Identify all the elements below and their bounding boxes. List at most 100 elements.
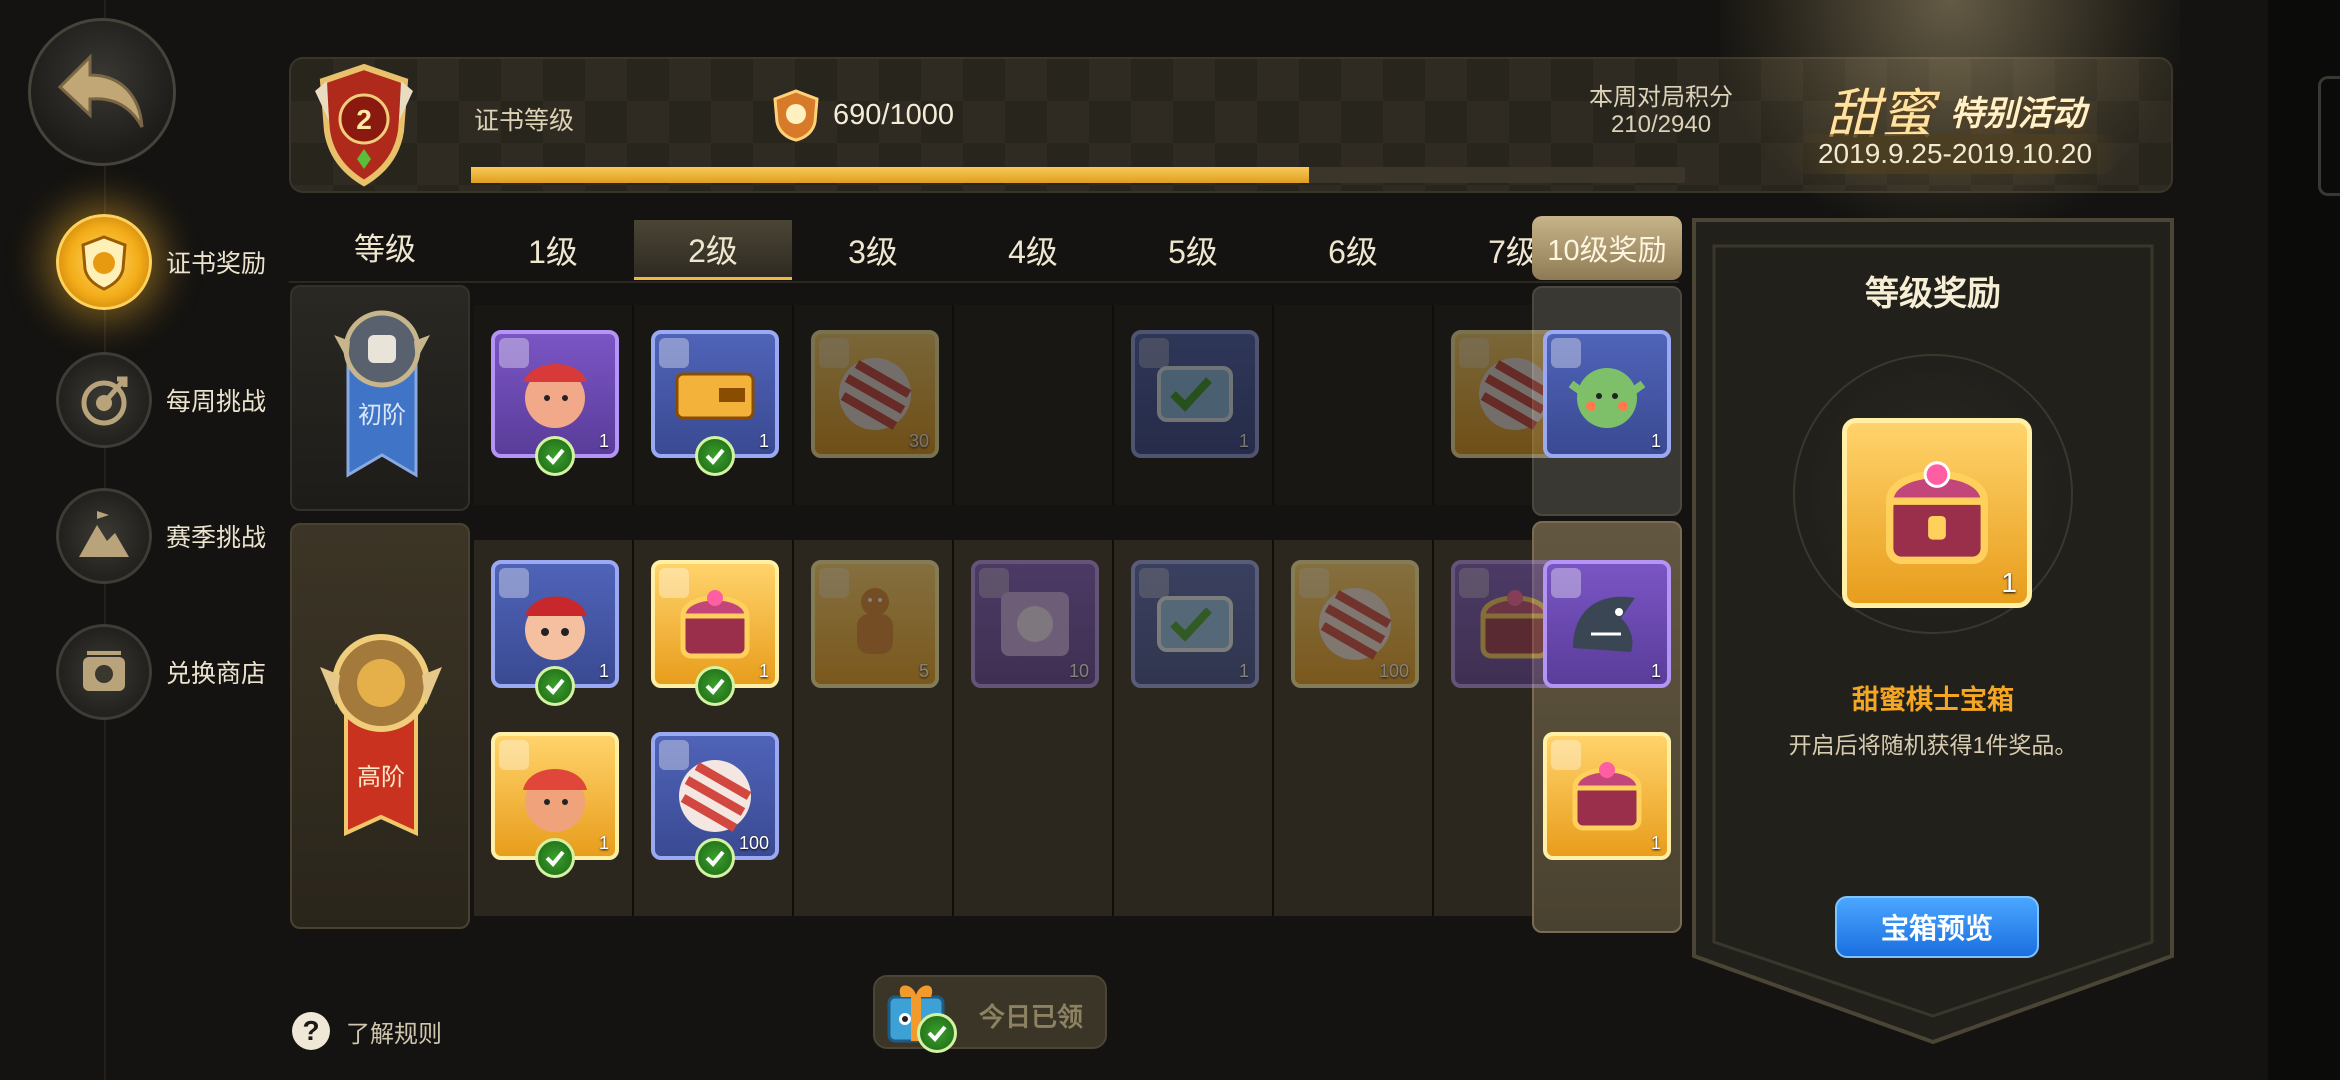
rules-label: 了解规则 — [346, 1020, 442, 1048]
advanced-reward-item[interactable]: 100 — [651, 732, 779, 878]
advanced-reward-item[interactable]: 5 — [811, 560, 939, 688]
edge-hex-decoration — [2318, 76, 2340, 196]
column-separator — [1432, 305, 1434, 505]
item-qty: 1 — [758, 661, 769, 681]
daily-claim-label: 今日已领 — [979, 1002, 1084, 1032]
item-qty: 100 — [738, 833, 769, 853]
reward-detail-panel: 等级奖励 1 甜蜜棋士宝箱 开启后将随机获得1件奖品。 宝箱预览 — [1690, 216, 2176, 1046]
level-header-5[interactable]: 5级 — [1114, 220, 1272, 280]
nav-label: 兑换商店 — [166, 660, 267, 688]
back-arrow-icon — [57, 53, 144, 128]
back-button[interactable] — [28, 18, 176, 166]
item-qty: 30 — [908, 431, 929, 451]
detail-item-name: 甜蜜棋士宝箱 — [1852, 685, 2014, 715]
column-separator — [1272, 305, 1274, 505]
level-10-reward-tab[interactable]: 10级奖励 — [1532, 216, 1682, 280]
level-progress-fill — [471, 167, 1309, 183]
left-navigation: 证书奖励 每周挑战 赛季挑战 兑换商店 — [0, 0, 290, 1080]
basic-reward-item[interactable]: 30 — [811, 330, 939, 458]
treasure-chest-icon — [680, 590, 750, 659]
treasure-chest-icon — [1885, 461, 1989, 564]
level-progress-bar — [471, 167, 1685, 183]
level-header-3[interactable]: 3级 — [794, 220, 952, 280]
item-qty: 1 — [1650, 833, 1661, 853]
basic-reward-item[interactable]: 1 — [1543, 330, 1671, 458]
advanced-reward-item[interactable]: 1 — [491, 560, 619, 706]
claimed-check-icon — [695, 838, 735, 878]
nav-label: 证书奖励 — [166, 250, 267, 278]
item-qty: 100 — [1378, 661, 1409, 681]
item-qty: 5 — [918, 661, 929, 681]
warrior-girl-avatar-icon — [523, 769, 587, 832]
event-banner: 甜蜜 特别活动 2019.9.25-2019.10.20 — [1790, 70, 2120, 180]
score-medal-icon — [773, 89, 819, 142]
item-qty: 10 — [1068, 661, 1089, 681]
level-header-2[interactable]: 2级 — [634, 220, 792, 280]
advanced-reward-item[interactable]: 10 — [971, 560, 1099, 688]
nav-weekly-challenge[interactable]: 每周挑战 — [56, 350, 292, 450]
chest-preview-button[interactable]: 宝箱预览 — [1835, 896, 2039, 958]
item-qty: 1 — [598, 431, 609, 451]
detail-title: 等级奖励 — [1865, 275, 2001, 313]
claimed-check-icon — [695, 666, 735, 706]
level-header-4[interactable]: 4级 — [954, 220, 1112, 280]
column-separator — [952, 540, 954, 916]
item-qty: 1 — [1650, 431, 1661, 451]
tier-advanced-banner: 高阶 — [290, 523, 470, 929]
column-separator — [1272, 540, 1274, 916]
claimed-check-icon — [535, 838, 575, 878]
certificate-level-number: 2 — [356, 104, 372, 135]
advanced-reward-item[interactable]: 1 — [1543, 560, 1671, 688]
candy-icon — [679, 760, 752, 832]
certificate-badge-icon: 2 — [315, 63, 413, 187]
detail-item-qty: 1 — [2001, 567, 2017, 598]
certificate-score: 690/1000 — [833, 99, 954, 131]
nav-label: 赛季挑战 — [166, 524, 267, 552]
item-qty: 1 — [758, 431, 769, 451]
basic-reward-row — [474, 305, 1534, 505]
shield-crest-icon — [56, 214, 152, 310]
golden-crown-helmet-icon: 高阶 — [320, 634, 442, 837]
gingerbread-icon — [857, 588, 893, 654]
claimed-check-icon — [695, 436, 735, 476]
level-header-6[interactable]: 6级 — [1274, 220, 1432, 280]
item-qty: 1 — [598, 661, 609, 681]
claimed-check-icon — [535, 666, 575, 706]
item-qty: 1 — [1650, 661, 1661, 681]
basic-reward-item[interactable]: 1 — [491, 330, 619, 476]
advanced-reward-item[interactable]: 1 — [1543, 732, 1671, 860]
item-qty: 1 — [1238, 431, 1249, 451]
question-icon: ? — [292, 1012, 330, 1050]
nav-certificate-rewards[interactable]: 证书奖励 — [56, 212, 292, 312]
level-header-1[interactable]: 1级 — [474, 220, 632, 280]
bandana-kid-avatar-icon — [525, 596, 587, 660]
item-qty: 1 — [1238, 661, 1249, 681]
column-separator — [792, 540, 794, 916]
advanced-reward-item[interactable]: 100 — [1291, 560, 1419, 688]
daily-claim-button[interactable]: 今日已领 — [873, 975, 1107, 1053]
helmet-skull-icon: 初阶 — [334, 310, 430, 478]
nav-label: 每周挑战 — [166, 388, 267, 416]
nav-season-challenge[interactable]: 赛季挑战 — [56, 486, 292, 586]
nav-exchange-shop[interactable]: 兑换商店 — [56, 622, 292, 722]
daily-claimed-check-icon — [917, 1013, 957, 1053]
target-arrow-icon — [56, 352, 152, 448]
tier-advanced-name: 高阶 — [357, 764, 405, 791]
basic-reward-item[interactable]: 1 — [1131, 330, 1259, 458]
advanced-reward-item[interactable]: 1 — [651, 560, 779, 706]
tier-column-header: 等级 — [354, 232, 416, 267]
tier-basic-banner: 初阶 — [290, 285, 470, 511]
advanced-reward-item[interactable]: 1 — [1131, 560, 1259, 688]
column-separator — [1112, 540, 1114, 916]
event-dates: 2019.9.25-2019.10.20 — [1790, 134, 2120, 174]
column-separator — [1112, 305, 1114, 505]
rules-link[interactable]: ? 了解规则 — [292, 1012, 442, 1050]
candy-icon — [1319, 588, 1392, 660]
tier-basic-name: 初阶 — [358, 402, 406, 429]
event-title-sub: 特别活动 — [1950, 95, 2086, 133]
shop-icon — [56, 624, 152, 720]
certificate-label: 证书等级 — [474, 107, 575, 135]
basic-reward-item[interactable]: 1 — [651, 330, 779, 476]
advanced-reward-item[interactable]: 1 — [491, 732, 619, 878]
pirate-avatar-icon — [523, 364, 587, 428]
